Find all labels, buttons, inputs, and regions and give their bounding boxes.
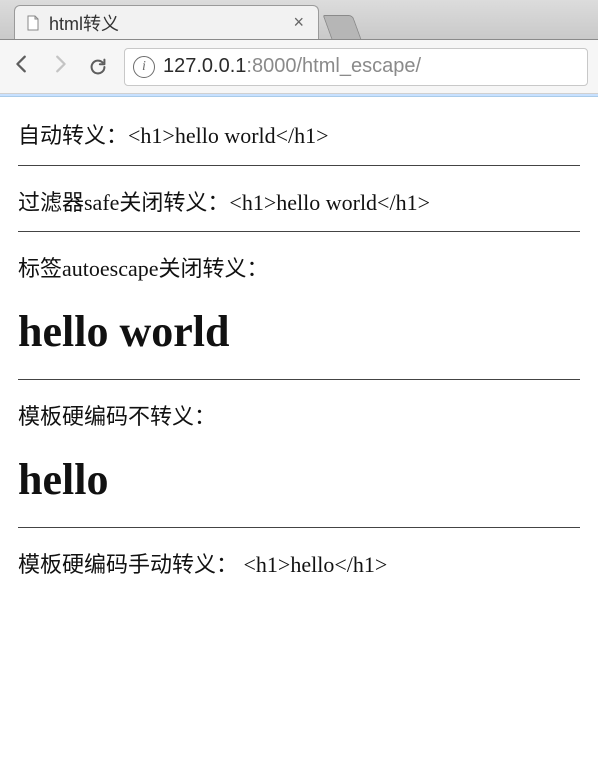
site-info-icon[interactable]: i xyxy=(133,56,155,78)
value: <h1>hello world</h1> xyxy=(128,123,329,148)
tab-title: html转义 xyxy=(49,10,281,36)
heading-hello: hello xyxy=(18,454,580,505)
line-hardcode-noescape: 模板硬编码不转义： xyxy=(18,402,580,432)
url-port: :8000 xyxy=(246,55,296,77)
heading-hello-world: hello world xyxy=(18,306,580,357)
forward-button[interactable] xyxy=(48,51,72,82)
value: <h1>hello</h1> xyxy=(238,552,387,577)
file-icon xyxy=(25,15,41,31)
url-path: /html_escape/ xyxy=(296,55,421,77)
browser-tab[interactable]: html转义 × xyxy=(14,5,319,39)
line-hardcode-manual-escape: 模板硬编码手动转义： <h1>hello</h1> xyxy=(18,550,580,580)
value: <h1>hello world</h1> xyxy=(229,190,430,215)
new-tab-button[interactable] xyxy=(323,15,362,39)
label: 过滤器safe关闭转义： xyxy=(18,190,229,215)
divider xyxy=(18,231,580,232)
page-content: 自动转义：<h1>hello world</h1> 过滤器safe关闭转义：<h… xyxy=(0,97,598,579)
close-icon[interactable]: × xyxy=(289,12,308,33)
url-text: 127.0.0.1:8000/html_escape/ xyxy=(163,55,421,78)
divider xyxy=(18,379,580,380)
back-button[interactable] xyxy=(10,51,34,82)
label: 标签autoescape关闭转义： xyxy=(18,256,269,281)
line-autoescape-tag: 标签autoescape关闭转义： xyxy=(18,254,580,284)
line-auto-escape: 自动转义：<h1>hello world</h1> xyxy=(18,121,580,151)
url-host: 127.0.0.1 xyxy=(163,55,246,77)
divider xyxy=(18,527,580,528)
tab-bar: html转义 × xyxy=(0,0,598,40)
divider xyxy=(18,165,580,166)
label: 模板硬编码手动转义： xyxy=(18,552,238,577)
address-bar[interactable]: i 127.0.0.1:8000/html_escape/ xyxy=(124,48,588,86)
label: 自动转义： xyxy=(18,123,128,148)
line-safe-filter: 过滤器safe关闭转义：<h1>hello world</h1> xyxy=(18,188,580,218)
reload-button[interactable] xyxy=(86,55,110,79)
label: 模板硬编码不转义： xyxy=(18,404,216,429)
toolbar: i 127.0.0.1:8000/html_escape/ xyxy=(0,40,598,94)
